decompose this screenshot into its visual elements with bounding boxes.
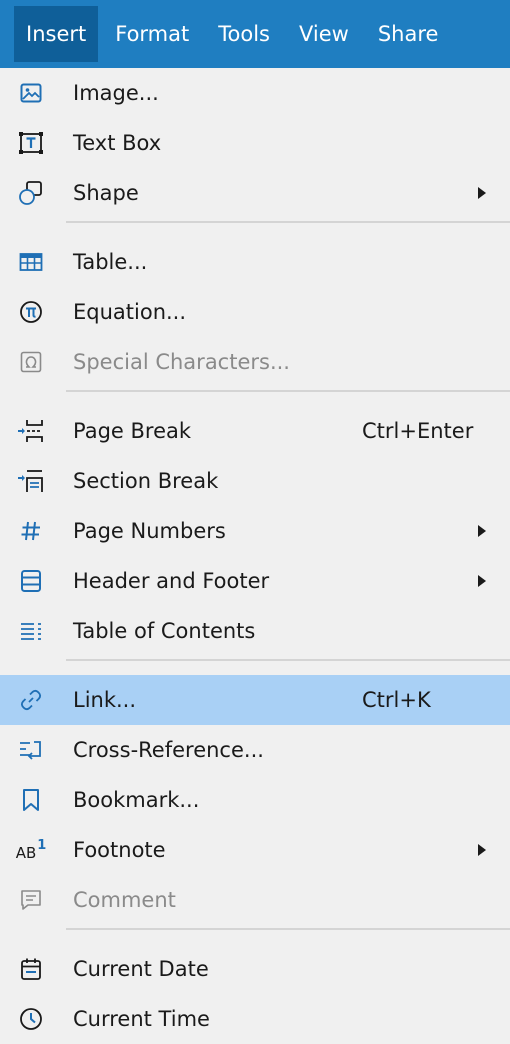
menu-item-table[interactable]: Table...: [0, 237, 510, 287]
pi-icon: [17, 299, 45, 325]
tab-format[interactable]: Format: [103, 6, 201, 62]
menu-item-label: Link...: [73, 688, 137, 712]
menu-item-link[interactable]: Link... Ctrl+K: [0, 675, 510, 725]
menu-item-label: Table...: [73, 250, 148, 274]
menu-item-label: Footnote: [73, 838, 166, 862]
menu-item-label: Image...: [73, 81, 159, 105]
calendar-icon: [17, 956, 45, 982]
footnote-icon-text: AB: [15, 844, 37, 862]
tab-share[interactable]: Share: [366, 6, 451, 62]
submenu-arrow-icon: [478, 525, 486, 537]
menu-bar: Insert Format Tools View Share: [0, 0, 510, 68]
footnote-icon: AB 1: [13, 837, 49, 863]
comment-icon: [17, 887, 45, 913]
link-icon: [17, 687, 45, 713]
menu-item-label: Page Numbers: [73, 519, 226, 543]
menu-item-bookmark[interactable]: Bookmark...: [0, 775, 510, 825]
menu-item-header-footer[interactable]: Header and Footer: [0, 556, 510, 606]
tab-view[interactable]: View: [287, 6, 361, 62]
menu-separator: [66, 928, 510, 930]
insert-menu: Image... Text Box Shape Table... Equatio…: [0, 68, 510, 1040]
shape-icon: [17, 180, 45, 206]
toc-icon: [17, 618, 45, 644]
cross-reference-icon: [17, 737, 45, 763]
menu-item-label: Cross-Reference...: [73, 738, 264, 762]
menu-separator: [66, 659, 510, 661]
header-footer-icon: [17, 568, 45, 594]
menu-item-label: Shape: [73, 181, 139, 205]
submenu-arrow-icon: [478, 187, 486, 199]
menu-item-label: Page Break: [73, 419, 192, 443]
clock-icon: [17, 1006, 45, 1032]
shortcut-label: Ctrl+Enter: [362, 419, 474, 443]
menu-item-table-of-contents[interactable]: Table of Contents: [0, 606, 510, 656]
menu-separator: [66, 390, 510, 392]
menu-item-comment[interactable]: Comment: [0, 875, 510, 925]
menu-item-label: Table of Contents: [73, 619, 256, 643]
tab-insert[interactable]: Insert: [14, 6, 99, 62]
menu-item-cross-reference[interactable]: Cross-Reference...: [0, 725, 510, 775]
menu-item-label: Section Break: [73, 469, 219, 493]
menu-item-shape[interactable]: Shape: [0, 168, 510, 218]
omega-icon: [17, 349, 45, 375]
submenu-arrow-icon: [478, 844, 486, 856]
text-box-icon: [17, 130, 45, 156]
menu-item-label: Current Date: [73, 957, 209, 981]
menu-item-label: Equation...: [73, 300, 187, 324]
menu-item-current-date[interactable]: Current Date: [0, 944, 510, 994]
menu-item-label: Special Characters...: [73, 350, 290, 374]
menu-separator: [66, 221, 510, 223]
menu-item-page-break[interactable]: Page Break Ctrl+Enter: [0, 406, 510, 456]
menu-item-text-box[interactable]: Text Box: [0, 118, 510, 168]
section-break-icon: [17, 468, 45, 494]
footnote-icon-sup: 1: [37, 837, 47, 853]
menu-item-label: Current Time: [73, 1007, 210, 1031]
hash-icon: [17, 518, 45, 544]
tab-tools[interactable]: Tools: [206, 6, 282, 62]
menu-item-special-characters[interactable]: Special Characters...: [0, 337, 510, 387]
menu-item-current-time[interactable]: Current Time: [0, 994, 510, 1044]
page-break-icon: [17, 418, 45, 444]
menu-item-label: Header and Footer: [73, 569, 270, 593]
menu-item-section-break[interactable]: Section Break: [0, 456, 510, 506]
menu-item-label: Comment: [73, 888, 176, 912]
menu-item-footnote[interactable]: AB 1 Footnote: [0, 825, 510, 875]
submenu-arrow-icon: [478, 575, 486, 587]
bookmark-icon: [17, 787, 45, 813]
menu-item-page-numbers[interactable]: Page Numbers: [0, 506, 510, 556]
shortcut-label: Ctrl+K: [362, 688, 431, 712]
menu-item-label: Text Box: [73, 131, 162, 155]
menu-item-image[interactable]: Image...: [0, 68, 510, 118]
menu-item-label: Bookmark...: [73, 788, 200, 812]
menu-item-equation[interactable]: Equation...: [0, 287, 510, 337]
table-icon: [17, 249, 45, 275]
image-icon: [17, 80, 45, 106]
